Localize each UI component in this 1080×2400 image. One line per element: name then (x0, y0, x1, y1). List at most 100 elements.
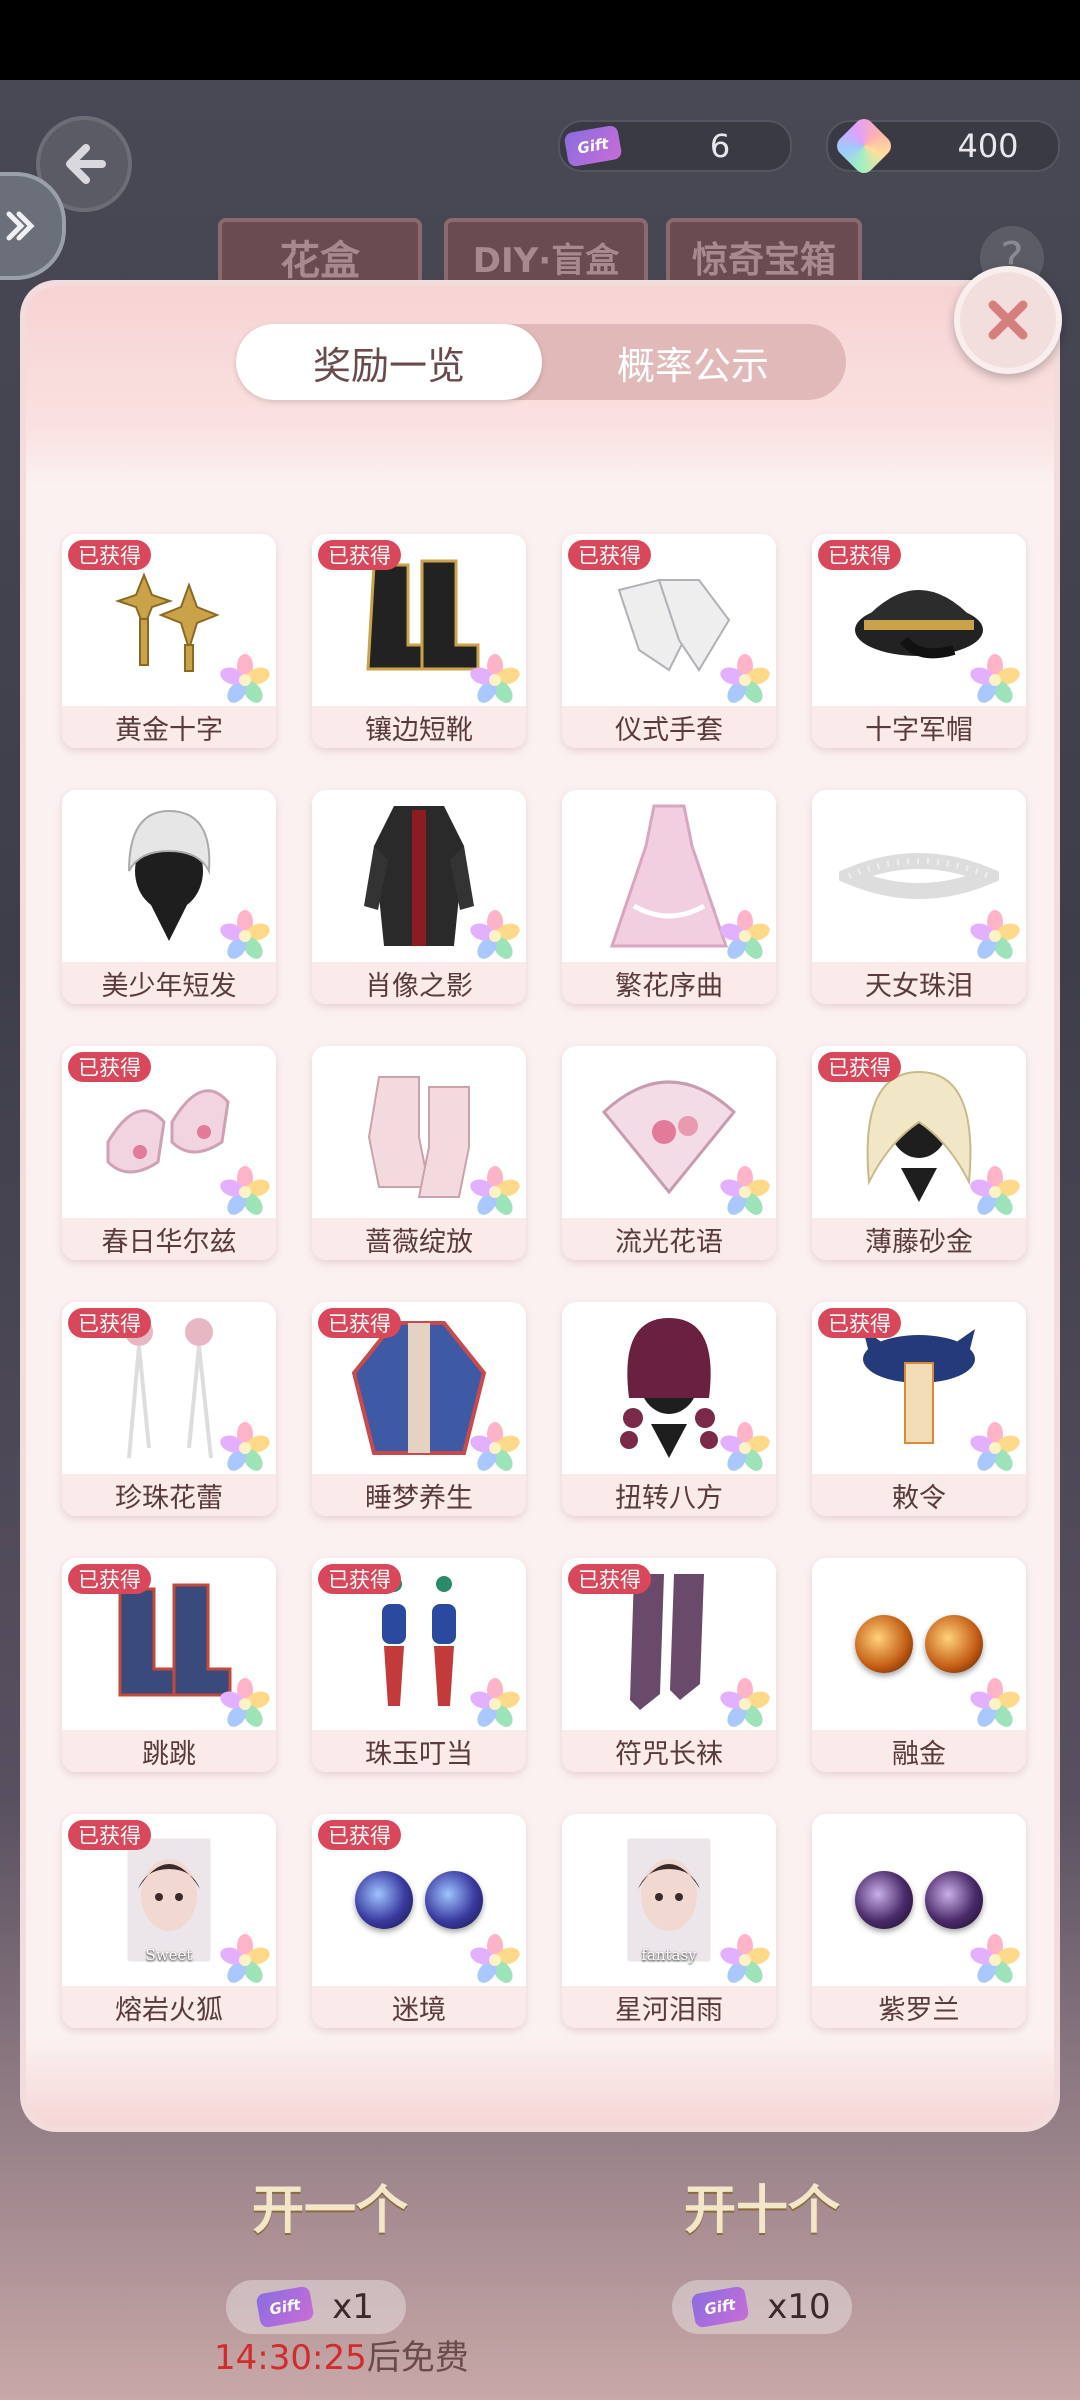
reward-card[interactable]: 扭转八方 (562, 1302, 776, 1516)
rainbow-flower-icon (720, 1678, 770, 1728)
open-ten-button[interactable]: 开十个 (652, 2150, 872, 2260)
rainbow-flower-icon (970, 910, 1020, 960)
tab-diy-blind-box[interactable]: DIY·盲盒 (444, 218, 648, 296)
tab-surprise-chest[interactable]: 惊奇宝箱 (666, 218, 862, 296)
reward-card[interactable]: 天女珠泪 (812, 790, 1026, 1004)
reward-card[interactable]: 肖像之影 (312, 790, 526, 1004)
rainbow-flower-icon (720, 910, 770, 960)
reward-card[interactable]: fantasy 星河泪雨 (562, 1814, 776, 2028)
obtained-badge: 已获得 (318, 1308, 401, 1338)
reward-card[interactable]: 紫罗兰 (812, 1814, 1026, 2028)
rainbow-flower-icon (220, 654, 270, 704)
reward-name: 星河泪雨 (562, 1986, 776, 2028)
rainbow-flower-icon (970, 1422, 1020, 1472)
open-one-cost: Gift x1 (226, 2280, 406, 2334)
reward-card[interactable]: 已获得镶边短靴 (312, 534, 526, 748)
reward-card[interactable]: 已获得 睡梦养生 (312, 1302, 526, 1516)
reward-card[interactable]: 已获得 符咒长袜 (562, 1558, 776, 1772)
reward-name: 天女珠泪 (812, 962, 1026, 1004)
tab-flower-box[interactable]: 花盒 (218, 218, 422, 296)
obtained-badge: 已获得 (568, 1564, 651, 1594)
rewards-modal: 奖励一览 概率公示 已获得 黄金十字 已获得 镶边短靴 已获得 仪式手套 已获得 十字军帽 美少… (26, 286, 1054, 2126)
modal-tab-switch: 奖励一览 概率公示 (236, 324, 846, 400)
back-arrow-icon (66, 144, 106, 184)
reward-name: 镶边短靴 (312, 706, 526, 748)
rainbow-flower-icon (220, 910, 270, 960)
close-icon (988, 300, 1028, 340)
reward-card[interactable]: 已获得春日华尔兹 (62, 1046, 276, 1260)
reward-name: 迷境 (312, 1986, 526, 2028)
tab-rewards-list[interactable]: 奖励一览 (236, 324, 542, 400)
obtained-badge: 已获得 (318, 1564, 401, 1594)
cost-value: x10 (767, 2287, 831, 2327)
rainbow-flower-icon (220, 1678, 270, 1728)
reward-name: 紫罗兰 (812, 1986, 1026, 2028)
ticket-currency: Gift 6 (558, 120, 792, 172)
rainbow-flower-icon (220, 1422, 270, 1472)
reward-name: 扭转八方 (562, 1474, 776, 1516)
reward-card[interactable]: 已获得 十字军帽 (812, 534, 1026, 748)
gem-count: 400 (957, 127, 1019, 165)
reward-card[interactable]: 美少年短发 (62, 790, 276, 1004)
timer-suffix: 后免费 (366, 2338, 469, 2378)
tab-probability[interactable]: 概率公示 (540, 324, 846, 400)
rainbow-flower-icon (970, 1166, 1020, 1216)
ticket-count: 6 (709, 127, 731, 165)
rainbow-flower-icon (720, 1166, 770, 1216)
ticket-icon: Gift (690, 2285, 750, 2329)
rainbow-flower-icon (470, 1678, 520, 1728)
rainbow-flower-icon (970, 1934, 1020, 1984)
rainbow-flower-icon (470, 1934, 520, 1984)
reward-card[interactable]: 已获得敕令 (812, 1302, 1026, 1516)
status-bar (0, 0, 1080, 80)
rainbow-flower-icon (970, 1678, 1020, 1728)
reward-card[interactable]: 已获得 迷境 (312, 1814, 526, 2028)
rainbow-flower-icon (720, 654, 770, 704)
rainbow-flower-icon (720, 1934, 770, 1984)
reward-name: 敕令 (812, 1474, 1026, 1516)
reward-card[interactable]: 已获得 跳跳 (62, 1558, 276, 1772)
double-chevron-icon (6, 211, 35, 241)
ticket-icon: Gift (563, 124, 623, 168)
reward-name: 春日华尔兹 (62, 1218, 276, 1260)
free-timer: 14:30:25后免费 (214, 2330, 469, 2379)
reward-card[interactable]: 流光花语 (562, 1046, 776, 1260)
gem-icon (832, 114, 896, 178)
open-one-button[interactable]: 开一个 (220, 2150, 440, 2260)
gem-currency: 400 (826, 114, 1060, 178)
reward-card[interactable]: Sweet 已获得 熔岩火狐 (62, 1814, 276, 2028)
obtained-badge: 已获得 (68, 1564, 151, 1594)
reward-card[interactable]: 已获得黄金十字 (62, 534, 276, 748)
rainbow-flower-icon (720, 1422, 770, 1472)
reward-card[interactable]: 已获得 薄藤砂金 (812, 1046, 1026, 1260)
reward-name: 十字军帽 (812, 706, 1026, 748)
reward-card[interactable]: 已获得 珍珠花蕾 (62, 1302, 276, 1516)
reward-name: 黄金十字 (62, 706, 276, 748)
obtained-badge: 已获得 (318, 540, 401, 570)
reward-name: 繁花序曲 (562, 962, 776, 1004)
reward-name: 珍珠花蕾 (62, 1474, 276, 1516)
obtained-badge: 已获得 (818, 1052, 901, 1082)
reward-card[interactable]: 蔷薇绽放 (312, 1046, 526, 1260)
close-button[interactable] (954, 266, 1062, 374)
obtained-badge: 已获得 (68, 540, 151, 570)
reward-name: 融金 (812, 1730, 1026, 1772)
reward-name: 熔岩火狐 (62, 1986, 276, 2028)
reward-card[interactable]: 已获得珠玉叮当 (312, 1558, 526, 1772)
open-ten-cost: Gift x10 (672, 2280, 852, 2334)
cost-value: x1 (332, 2287, 374, 2327)
obtained-badge: 已获得 (818, 1308, 901, 1338)
obtained-badge: 已获得 (68, 1052, 151, 1082)
reward-name: 肖像之影 (312, 962, 526, 1004)
rainbow-flower-icon (470, 1166, 520, 1216)
reward-card[interactable]: 融金 (812, 1558, 1026, 1772)
reward-name: 美少年短发 (62, 962, 276, 1004)
obtained-badge: 已获得 (568, 540, 651, 570)
rainbow-flower-icon (470, 654, 520, 704)
rainbow-flower-icon (220, 1166, 270, 1216)
reward-name: 蔷薇绽放 (312, 1218, 526, 1260)
reward-name: 珠玉叮当 (312, 1730, 526, 1772)
reward-card[interactable]: 繁花序曲 (562, 790, 776, 1004)
reward-card[interactable]: 已获得 仪式手套 (562, 534, 776, 748)
rainbow-flower-icon (470, 1422, 520, 1472)
